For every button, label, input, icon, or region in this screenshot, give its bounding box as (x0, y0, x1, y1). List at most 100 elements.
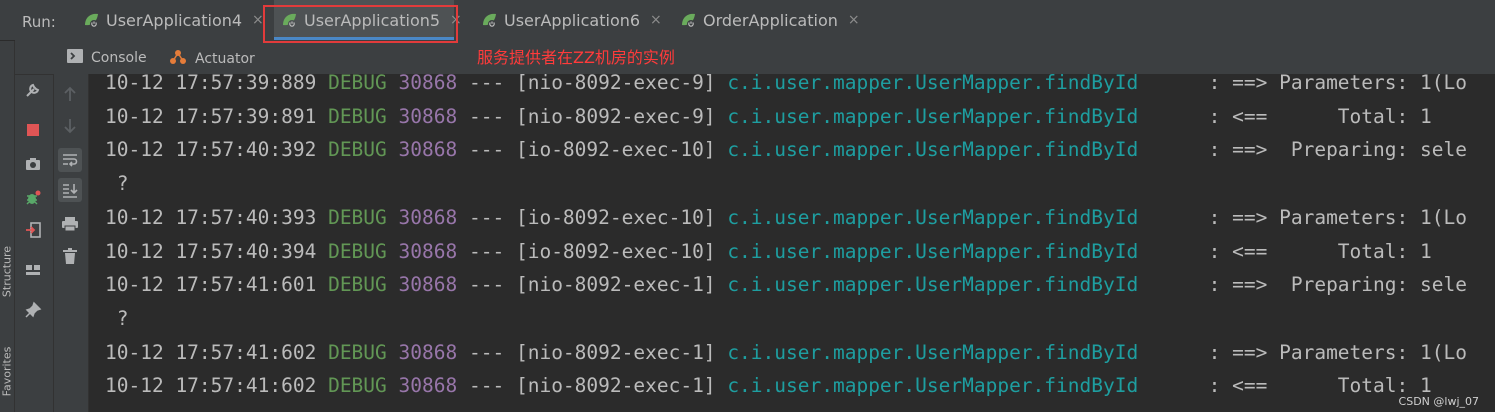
favorites-label[interactable]: Favorites (1, 339, 14, 405)
tab-label: UserApplication4 (106, 10, 243, 30)
log-line: 10-12 17:57:40:393 DEBUG 30868 --- [io-8… (105, 201, 1467, 235)
console-toolbar (54, 74, 89, 412)
log-level: DEBUG (328, 374, 387, 398)
log-separator: --- (468, 205, 505, 229)
close-icon[interactable]: × (650, 12, 662, 28)
run-tab-bar: Run: UserApplication4 × UserApplication5… (0, 0, 1495, 41)
log-logger: c.i.user.mapper.UserMapper.findById (727, 374, 1139, 398)
tab-label: OrderApplication (703, 10, 838, 30)
log-pid: 30868 (398, 205, 458, 229)
highlight-box (263, 5, 458, 43)
soft-wrap-icon[interactable] (58, 148, 82, 172)
camera-icon[interactable] (21, 152, 45, 176)
tab-userapplication4[interactable]: UserApplication4 × (76, 0, 270, 40)
log-level: DEBUG (328, 205, 387, 229)
log-thread: [io-8092-exec-10] (515, 239, 716, 263)
log-timestamp: 10-12 17:57:39:891 (105, 104, 317, 128)
log-message: : ==> Parameters: 1(Lo (1208, 74, 1467, 94)
log-continuation: ? (116, 172, 129, 196)
log-message: : ==> Preparing: sele (1208, 138, 1467, 162)
log-level: DEBUG (328, 138, 387, 162)
tab-userapplication6[interactable]: UserApplication6 × (474, 0, 668, 40)
tab-label: UserApplication6 (504, 10, 641, 30)
log-timestamp: 10-12 17:57:41:602 (105, 374, 317, 398)
log-logger: c.i.user.mapper.UserMapper.findById (727, 205, 1139, 229)
log-pid: 30868 (398, 273, 458, 297)
spring-boot-icon (679, 11, 697, 29)
spring-boot-icon (82, 11, 100, 29)
log-pid: 30868 (398, 104, 458, 128)
actuator-icon (169, 49, 187, 69)
watermark: CSDN @lwj_07 (1398, 395, 1479, 408)
log-thread: [nio-8092-exec-1] (515, 374, 716, 398)
log-logger: c.i.user.mapper.UserMapper.findById (727, 340, 1139, 364)
log-level: DEBUG (328, 104, 387, 128)
log-separator: --- (468, 138, 505, 162)
console-icon (67, 49, 83, 67)
exit-icon[interactable] (21, 218, 45, 242)
log-line: 10-12 17:57:41:602 DEBUG 30868 --- [nio-… (105, 336, 1467, 370)
log-line: ? (105, 167, 129, 201)
log-thread: [io-8092-exec-10] (515, 138, 716, 162)
log-line: 10-12 17:57:39:891 DEBUG 30868 --- [nio-… (105, 100, 1432, 134)
layout-icon[interactable] (21, 258, 45, 282)
tab-actuator-label: Actuator (195, 51, 255, 67)
debug-bug-icon[interactable] (21, 186, 45, 210)
log-logger: c.i.user.mapper.UserMapper.findById (727, 239, 1139, 263)
run-label: Run: (22, 13, 56, 31)
log-message: : <== Total: 1 (1208, 104, 1432, 128)
stop-icon[interactable] (21, 118, 45, 142)
log-timestamp: 10-12 17:57:40:392 (105, 138, 317, 162)
up-arrow-icon[interactable] (58, 82, 82, 106)
log-line: 10-12 17:57:41:602 DEBUG 30868 --- [nio-… (105, 369, 1432, 403)
trash-icon[interactable] (58, 244, 82, 268)
log-logger: c.i.user.mapper.UserMapper.findById (727, 104, 1139, 128)
run-toolbar-primary (15, 40, 54, 412)
log-separator: --- (468, 374, 505, 398)
log-timestamp: 10-12 17:57:41:602 (105, 340, 317, 364)
log-separator: --- (468, 74, 505, 94)
log-line: 10-12 17:57:39:889 DEBUG 30868 --- [nio-… (105, 74, 1467, 100)
annotation-text: 服务提供者在ZZ机房的实例 (477, 48, 675, 67)
log-separator: --- (468, 104, 505, 128)
scroll-to-end-icon[interactable] (58, 178, 82, 202)
log-line: 10-12 17:57:41:601 DEBUG 30868 --- [nio-… (105, 268, 1467, 302)
structure-label[interactable]: Structure (1, 239, 14, 305)
log-line: 10-12 17:57:40:394 DEBUG 30868 --- [io-8… (105, 235, 1432, 269)
log-line: ? (105, 302, 129, 336)
down-arrow-icon[interactable] (58, 114, 82, 138)
console-tab-bar: Console Actuator (15, 40, 1495, 75)
log-pid: 30868 (398, 74, 458, 94)
console-output[interactable]: 10-12 17:57:39:889 DEBUG 30868 --- [nio-… (89, 74, 1495, 412)
tab-console[interactable]: Console (67, 49, 147, 67)
log-continuation: ? (116, 306, 129, 330)
log-pid: 30868 (398, 138, 458, 162)
log-logger: c.i.user.mapper.UserMapper.findById (727, 273, 1139, 297)
log-level: DEBUG (328, 273, 387, 297)
log-timestamp: 10-12 17:57:40:394 (105, 239, 317, 263)
log-timestamp: 10-12 17:57:40:393 (105, 205, 317, 229)
log-separator: --- (468, 340, 505, 364)
wrench-icon[interactable] (21, 78, 45, 102)
log-separator: --- (468, 273, 505, 297)
log-thread: [nio-8092-exec-1] (515, 273, 716, 297)
tab-actuator[interactable]: Actuator (169, 49, 255, 69)
log-level: DEBUG (328, 239, 387, 263)
spring-boot-icon (480, 11, 498, 29)
tab-orderapplication[interactable]: OrderApplication × (673, 0, 866, 40)
close-icon[interactable]: × (848, 12, 860, 28)
print-icon[interactable] (58, 212, 82, 236)
log-level: DEBUG (328, 74, 387, 94)
log-level: DEBUG (328, 340, 387, 364)
log-timestamp: 10-12 17:57:41:601 (105, 273, 317, 297)
log-logger: c.i.user.mapper.UserMapper.findById (727, 74, 1139, 94)
log-thread: [nio-8092-exec-1] (515, 340, 716, 364)
log-thread: [nio-8092-exec-9] (515, 104, 716, 128)
pin-icon[interactable] (21, 298, 45, 322)
log-pid: 30868 (398, 340, 458, 364)
tab-console-label: Console (91, 50, 147, 66)
structure-strip: Structure Favorites (0, 40, 15, 412)
log-message: : <== Total: 1 (1208, 374, 1432, 398)
log-thread: [io-8092-exec-10] (515, 205, 716, 229)
log-thread: [nio-8092-exec-9] (515, 74, 716, 94)
